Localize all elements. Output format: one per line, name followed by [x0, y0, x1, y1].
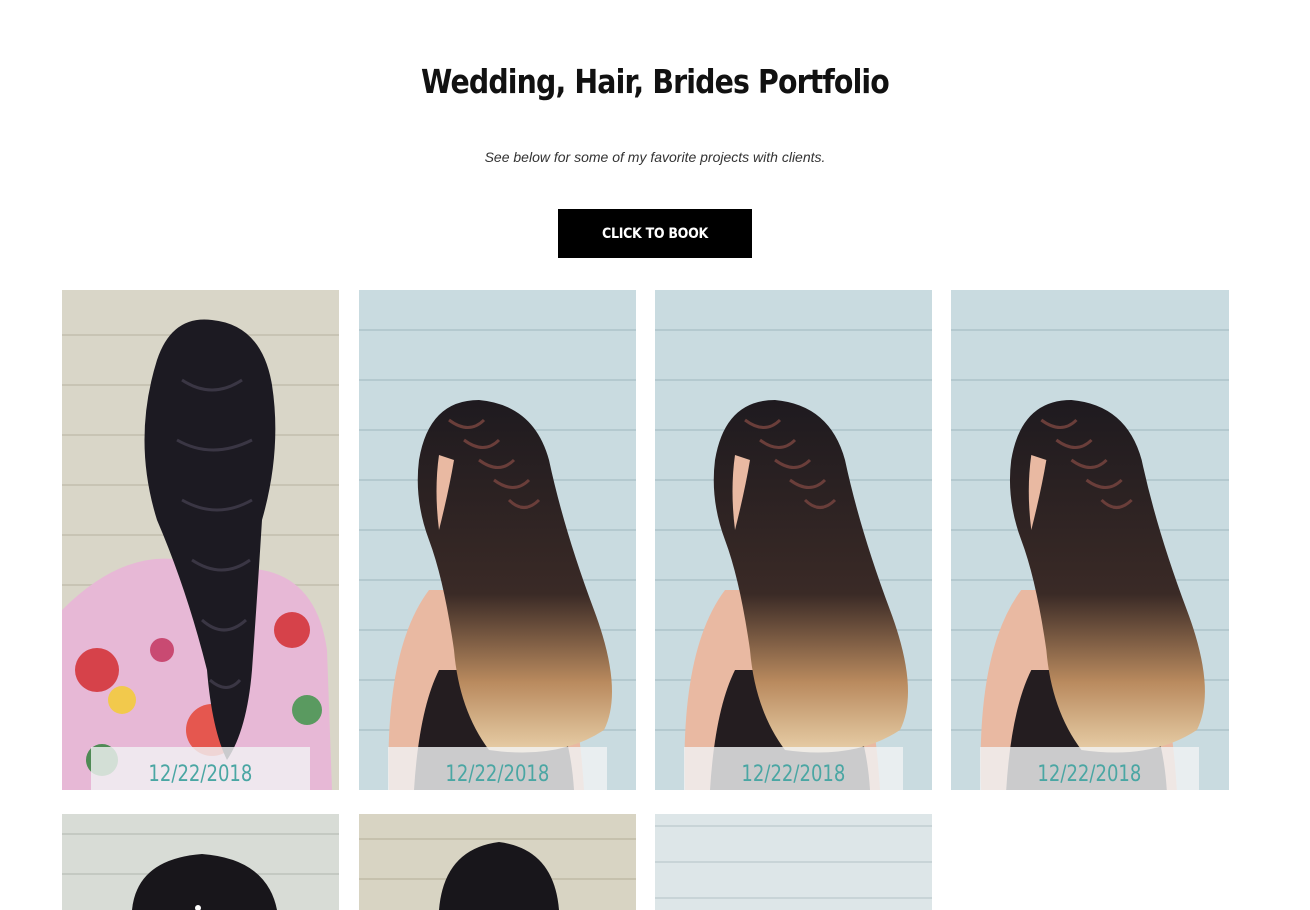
date-caption: 12/22/2018	[684, 747, 903, 790]
portfolio-tile-2[interactable]: 12/22/2018	[359, 290, 636, 790]
page-title: Wedding, Hair, Brides Portfolio	[421, 62, 890, 101]
hair-photo-curly-braid	[62, 290, 339, 790]
portfolio-tile-4[interactable]: 12/22/2018	[951, 290, 1229, 790]
date-caption: 12/22/2018	[980, 747, 1199, 790]
page-subtitle: See below for some of my favorite projec…	[484, 149, 826, 165]
date-caption: 12/22/2018	[91, 747, 310, 790]
portfolio-tile-7[interactable]	[655, 814, 932, 910]
portfolio-tile-5[interactable]	[62, 814, 339, 910]
date-caption: 12/22/2018	[388, 747, 607, 790]
hair-photo-braided-ombre	[359, 290, 636, 790]
hair-photo-updo	[359, 814, 636, 910]
portfolio-tile-6[interactable]	[359, 814, 636, 910]
wood-wall-photo	[655, 814, 932, 910]
click-to-book-button[interactable]: CLICK TO BOOK	[558, 209, 752, 258]
hair-photo-updo	[62, 814, 339, 910]
hair-photo-braided-ombre	[951, 290, 1229, 790]
hair-photo-braided-ombre	[655, 290, 932, 790]
portfolio-tile-3[interactable]: 12/22/2018	[655, 290, 932, 790]
portfolio-tile-1[interactable]: 12/22/2018	[62, 290, 339, 790]
